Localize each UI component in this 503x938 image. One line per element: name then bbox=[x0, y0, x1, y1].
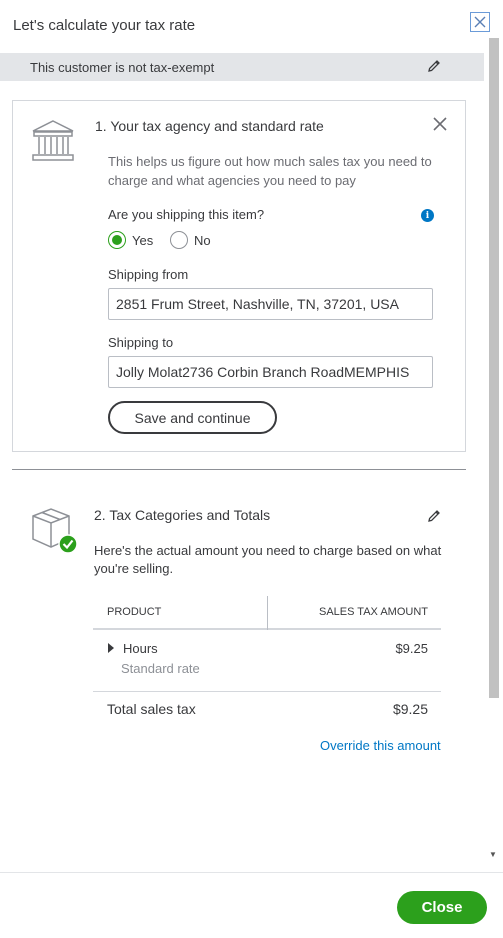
edit-exempt-pencil-icon[interactable] bbox=[426, 58, 442, 74]
scrollbar[interactable]: ▼ bbox=[487, 38, 499, 862]
section2-title: 2. Tax Categories and Totals bbox=[94, 507, 271, 523]
table-row[interactable]: Hours Standard rate $9.25 bbox=[93, 630, 441, 692]
expand-caret-icon[interactable] bbox=[108, 643, 114, 653]
save-and-continue-button[interactable]: Save and continue bbox=[108, 401, 277, 434]
section1-description-line1: This helps us figure out how much sales … bbox=[108, 154, 432, 169]
close-card-icon[interactable] bbox=[433, 117, 447, 136]
package-check-icon bbox=[31, 507, 79, 560]
footer-divider bbox=[0, 872, 503, 873]
scrollbar-thumb[interactable] bbox=[489, 38, 499, 698]
total-amount: $9.25 bbox=[392, 701, 428, 717]
section-divider bbox=[12, 469, 466, 470]
info-icon[interactable]: i bbox=[421, 209, 434, 222]
shipping-question: Are you shipping this item? bbox=[108, 207, 265, 222]
section2-description-line1: Here's the actual amount you need to cha… bbox=[94, 543, 442, 558]
shipping-from-field[interactable]: 2851 Frum Street, Nashville, TN, 37201, … bbox=[108, 288, 433, 320]
close-button[interactable]: Close bbox=[397, 891, 487, 924]
table-header: PRODUCT SALES TAX AMOUNT bbox=[93, 596, 441, 630]
government-building-icon bbox=[30, 118, 76, 169]
close-panel-icon[interactable] bbox=[470, 12, 490, 32]
tax-table: PRODUCT SALES TAX AMOUNT Hours Standard … bbox=[93, 596, 441, 726]
total-row: Total sales tax $9.25 bbox=[93, 692, 441, 726]
row-rate-name: Standard rate bbox=[121, 661, 200, 676]
radio-yes-circle[interactable] bbox=[108, 231, 126, 249]
shipping-to-label: Shipping to bbox=[108, 335, 174, 350]
radio-no[interactable]: No bbox=[170, 231, 211, 249]
radio-yes-label: Yes bbox=[132, 232, 154, 248]
radio-no-circle[interactable] bbox=[170, 231, 188, 249]
edit-categories-pencil-icon[interactable] bbox=[426, 508, 442, 524]
row-amount: $9.25 bbox=[395, 641, 428, 656]
col-product-header: PRODUCT bbox=[107, 606, 162, 618]
tax-exempt-text: This customer is not tax-exempt bbox=[30, 59, 215, 75]
override-amount-link[interactable]: Override this amount bbox=[320, 738, 441, 753]
header-separator bbox=[267, 596, 268, 630]
row-product-name: Hours bbox=[123, 641, 158, 656]
col-amount-header: SALES TAX AMOUNT bbox=[318, 606, 428, 618]
tax-exempt-banner: This customer is not tax-exempt bbox=[0, 53, 484, 81]
tax-rate-panel: Let's calculate your tax rate ▼ This cus… bbox=[0, 0, 503, 938]
panel-title: Let's calculate your tax rate bbox=[13, 17, 196, 34]
shipping-from-label: Shipping from bbox=[108, 267, 189, 282]
tax-agency-card: 1. Your tax agency and standard rate Thi… bbox=[12, 100, 466, 452]
shipping-to-field[interactable]: Jolly Molat2736 Corbin Branch RoadMEMPHI… bbox=[108, 356, 433, 388]
radio-yes[interactable]: Yes bbox=[108, 231, 153, 249]
radio-no-label: No bbox=[194, 232, 211, 248]
scroll-down-icon[interactable]: ▼ bbox=[489, 850, 497, 859]
total-label: Total sales tax bbox=[107, 701, 196, 717]
section1-title: 1. Your tax agency and standard rate bbox=[95, 118, 324, 134]
section2-description-line2: you're selling. bbox=[94, 561, 174, 576]
section1-description-line2: charge and what agencies you need to pay bbox=[108, 173, 356, 188]
